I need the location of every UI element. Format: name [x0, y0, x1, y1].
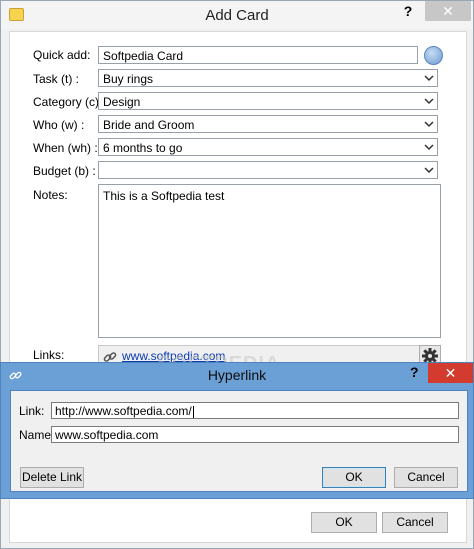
task-label: Task (t) :	[33, 72, 80, 86]
text-caret	[192, 405, 194, 418]
when-label: When (wh) :	[33, 141, 98, 155]
notes-textarea[interactable]: This is a Softpedia test	[98, 184, 441, 338]
chevron-down-icon	[424, 121, 434, 128]
links-label: Links:	[33, 348, 65, 362]
dialog-ok-button[interactable]: OK	[322, 467, 386, 488]
hyperlink-dialog: Hyperlink ? ✕ Link: http://www.softpedia…	[0, 362, 474, 499]
dialog-cancel-button[interactable]: Cancel	[394, 467, 458, 488]
title-bar: Add Card ? ✕	[1, 1, 473, 29]
who-value: Bride and Groom	[103, 118, 195, 132]
when-select[interactable]: 6 months to go	[98, 138, 438, 156]
dialog-close-button[interactable]: ✕	[428, 363, 473, 383]
category-select[interactable]: Design	[98, 92, 438, 110]
task-value: Buy rings	[103, 72, 154, 86]
budget-select[interactable]	[98, 161, 438, 179]
quick-add-search-icon[interactable]	[424, 46, 443, 65]
dialog-title: Hyperlink	[207, 367, 267, 383]
who-select[interactable]: Bride and Groom	[98, 115, 438, 133]
help-button[interactable]: ?	[399, 3, 417, 23]
chevron-down-icon	[424, 144, 434, 151]
chevron-down-icon	[424, 98, 434, 105]
quick-add-input[interactable]: Softpedia Card	[98, 46, 418, 64]
notes-label: Notes:	[33, 188, 68, 202]
link-input[interactable]: http://www.softpedia.com/	[51, 402, 459, 419]
dialog-body: Link: http://www.softpedia.com/ Name: ww…	[10, 390, 468, 492]
task-select[interactable]: Buy rings	[98, 69, 438, 87]
ok-button[interactable]: OK	[311, 512, 377, 533]
name-label: Name:	[19, 428, 55, 442]
chevron-down-icon	[424, 167, 434, 174]
who-label: Who (w) :	[33, 118, 85, 132]
chevron-down-icon	[424, 75, 434, 82]
delete-link-button[interactable]: Delete Link	[20, 467, 84, 488]
category-value: Design	[103, 95, 141, 109]
cancel-button[interactable]: Cancel	[382, 512, 448, 533]
close-button[interactable]: ✕	[425, 1, 471, 21]
category-label: Category (c) :	[33, 95, 106, 109]
name-input[interactable]: www.softpedia.com	[51, 426, 459, 443]
link-input-value: http://www.softpedia.com/	[55, 404, 192, 418]
dialog-help-button[interactable]: ?	[410, 364, 419, 380]
quick-add-label: Quick add:	[33, 48, 91, 62]
when-value: 6 months to go	[103, 141, 183, 155]
link-label: Link:	[19, 404, 45, 418]
budget-label: Budget (b) :	[33, 164, 96, 178]
